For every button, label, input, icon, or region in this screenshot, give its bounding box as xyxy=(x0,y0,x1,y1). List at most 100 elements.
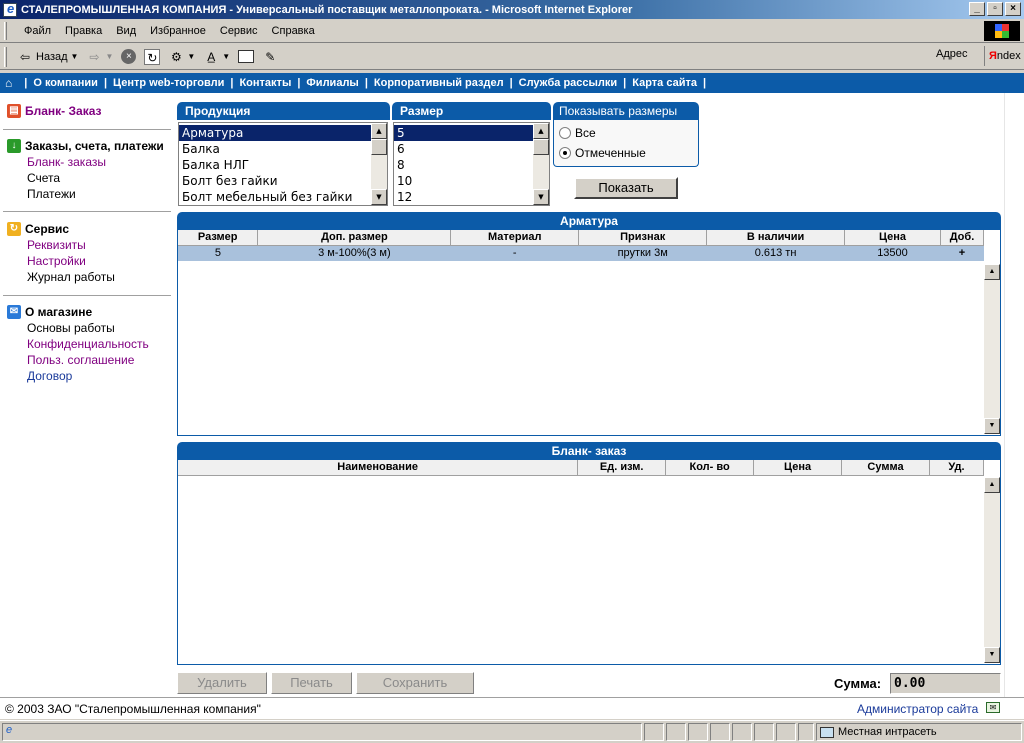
back-dropdown-icon[interactable]: ▼ xyxy=(71,52,79,61)
links-button[interactable]: ⚙ ▼ xyxy=(164,46,199,68)
sidebar-item-requisites[interactable]: Реквизиты xyxy=(27,237,115,253)
site-nav-bar: ⌂ | О компании | Центр web-торговли | Конт… xyxy=(0,73,1024,93)
radio-marked-button[interactable] xyxy=(559,147,571,159)
product-option[interactable]: Болт без гайки xyxy=(179,173,387,189)
sidebar-item-log[interactable]: Журнал работы xyxy=(27,269,115,285)
delete-button[interactable]: Удалить xyxy=(177,672,267,694)
size-option[interactable]: 8 xyxy=(394,157,549,173)
close-button[interactable]: × xyxy=(1005,2,1021,16)
menu-file[interactable]: Файл xyxy=(17,25,58,37)
order-scrollbar[interactable]: ▲ ▼ xyxy=(984,477,1000,663)
size-option[interactable]: 10 xyxy=(394,173,549,189)
radio-all-label: Все xyxy=(575,126,596,140)
show-sizes-header: Показывать размеры xyxy=(553,102,699,120)
menu-help[interactable]: Справка xyxy=(265,25,322,37)
radio-marked[interactable]: Отмеченные xyxy=(554,143,698,163)
stop-button[interactable]: × xyxy=(117,46,140,68)
scroll-thumb[interactable] xyxy=(371,139,387,155)
toolbar-grip[interactable] xyxy=(4,46,7,67)
sidebar-item-settings[interactable]: Настройки xyxy=(27,253,115,269)
menubar-grip[interactable] xyxy=(4,21,7,40)
print-button[interactable]: Печать xyxy=(271,672,352,694)
back-button[interactable]: ⇦ Назад ▼ xyxy=(13,46,82,68)
status-message: e xyxy=(2,723,642,741)
products-listbox[interactable]: Арматура Балка Балка НЛГ Болт без гайки … xyxy=(178,122,388,206)
sidebar-item-privacy[interactable]: Конфиденциальность xyxy=(27,336,149,352)
show-button[interactable]: Показать xyxy=(574,177,678,199)
results-table: Размер Доп. размер Материал Признак В на… xyxy=(178,230,985,261)
radio-all-button[interactable] xyxy=(559,127,571,139)
status-cell xyxy=(798,723,814,741)
admin-link[interactable]: Администратор сайта xyxy=(857,702,978,716)
forward-dropdown-icon: ▼ xyxy=(105,52,114,61)
results-scrollbar[interactable]: ▲ ▼ xyxy=(984,264,1000,434)
sidebar-item-invoices[interactable]: Счета xyxy=(27,170,164,186)
maximize-button[interactable]: ▫ xyxy=(987,2,1003,16)
col-unit: Ед. изм. xyxy=(577,460,667,476)
nav-contacts[interactable]: Контакты xyxy=(239,77,291,89)
radio-all[interactable]: Все xyxy=(554,123,698,143)
product-option[interactable]: Болт мебельный без гайки xyxy=(179,189,387,205)
radio-marked-label: Отмеченные xyxy=(575,146,646,160)
scroll-down-icon[interactable]: ▼ xyxy=(984,647,1000,663)
sidebar-blank-order-label: Бланк- Заказ xyxy=(25,104,102,118)
scroll-down-icon[interactable]: ▼ xyxy=(984,418,1000,434)
scroll-up-icon[interactable]: ▲ xyxy=(984,264,1000,280)
fullscreen-button[interactable] xyxy=(234,46,258,68)
nav-branches[interactable]: Филиалы xyxy=(306,77,358,89)
size-option[interactable]: 6 xyxy=(394,141,549,157)
scroll-up-icon[interactable]: ▲ xyxy=(371,123,387,139)
nav-corporate[interactable]: Корпоративный раздел xyxy=(374,77,504,89)
status-cell xyxy=(710,723,730,741)
nav-web-trade[interactable]: Центр web-торговли xyxy=(113,77,224,89)
menu-edit[interactable]: Правка xyxy=(58,25,109,37)
product-option[interactable]: Балка xyxy=(179,141,387,157)
sidebar-item-agreement[interactable]: Польз. соглашение xyxy=(27,352,149,368)
menu-view[interactable]: Вид xyxy=(109,25,143,37)
cell-extra-size: 3 м-100%(3 м) xyxy=(257,245,451,261)
fonts-button[interactable]: A̲ ▼ xyxy=(199,46,234,68)
forward-button[interactable]: ⇨ ▼ xyxy=(82,46,117,68)
results-panel: Арматура Размер Доп. размер Материал При… xyxy=(177,212,1001,436)
products-scrollbar[interactable]: ▲ ▼ xyxy=(371,123,387,205)
back-label: Назад xyxy=(36,50,68,63)
menu-tools[interactable]: Сервис xyxy=(213,25,265,37)
results-title: Арматура xyxy=(177,212,1001,230)
sizes-scrollbar[interactable]: ▲ ▼ xyxy=(533,123,549,205)
address-label[interactable]: Адрес xyxy=(936,48,968,60)
nav-sitemap[interactable]: Карта сайта xyxy=(632,77,697,89)
add-to-order-button[interactable]: + xyxy=(940,245,984,261)
scroll-down-icon[interactable]: ▼ xyxy=(371,189,387,205)
sidebar-service-section: ↻ Сервис Реквизиты Настройки Журнал рабо… xyxy=(7,222,115,285)
sidebar-item-blank-orders[interactable]: Бланк- заказы xyxy=(27,154,164,170)
scroll-down-icon[interactable]: ▼ xyxy=(533,189,549,205)
sizes-listbox[interactable]: 5 6 8 10 12 ▲ ▼ xyxy=(393,122,550,206)
page-scrollbar[interactable] xyxy=(1004,93,1024,697)
sidebar-divider xyxy=(3,129,171,130)
sidebar-item-payments[interactable]: Платежи xyxy=(27,186,164,202)
size-option[interactable]: 12 xyxy=(394,189,549,205)
yandex-button[interactable]: Яndex xyxy=(984,46,1021,66)
minimize-button[interactable]: _ xyxy=(969,2,985,16)
nav-mailing[interactable]: Служба рассылки xyxy=(519,77,618,89)
sidebar-blank-order[interactable]: ▤ Бланк- Заказ xyxy=(7,104,102,118)
sidebar-item-basics[interactable]: Основы работы xyxy=(27,320,149,336)
nav-about[interactable]: О компании xyxy=(33,77,98,89)
home-icon[interactable]: ⌂ xyxy=(5,76,12,90)
menu-favorites[interactable]: Избранное xyxy=(143,25,213,37)
edit-button[interactable]: ✎ xyxy=(258,46,282,68)
size-option[interactable]: 5 xyxy=(394,125,549,141)
edit-icon: ✎ xyxy=(265,49,276,64)
scroll-up-icon[interactable]: ▲ xyxy=(533,123,549,139)
product-option[interactable]: Балка НЛГ xyxy=(179,157,387,173)
scroll-up-icon[interactable]: ▲ xyxy=(984,477,1000,493)
refresh-button[interactable]: ↻ xyxy=(140,46,164,68)
sidebar-item-contract[interactable]: Договор xyxy=(27,368,149,384)
table-row[interactable]: 5 3 м-100%(3 м) - прутки 3м 0.613 тн 135… xyxy=(178,245,984,261)
yandex-label: ndex xyxy=(996,50,1021,62)
save-button[interactable]: Сохранить xyxy=(356,672,474,694)
product-option[interactable]: Арматура xyxy=(179,125,387,141)
scroll-thumb[interactable] xyxy=(533,139,549,155)
col-material: Материал xyxy=(450,230,580,246)
mail-icon[interactable]: ✉ xyxy=(986,702,1000,713)
